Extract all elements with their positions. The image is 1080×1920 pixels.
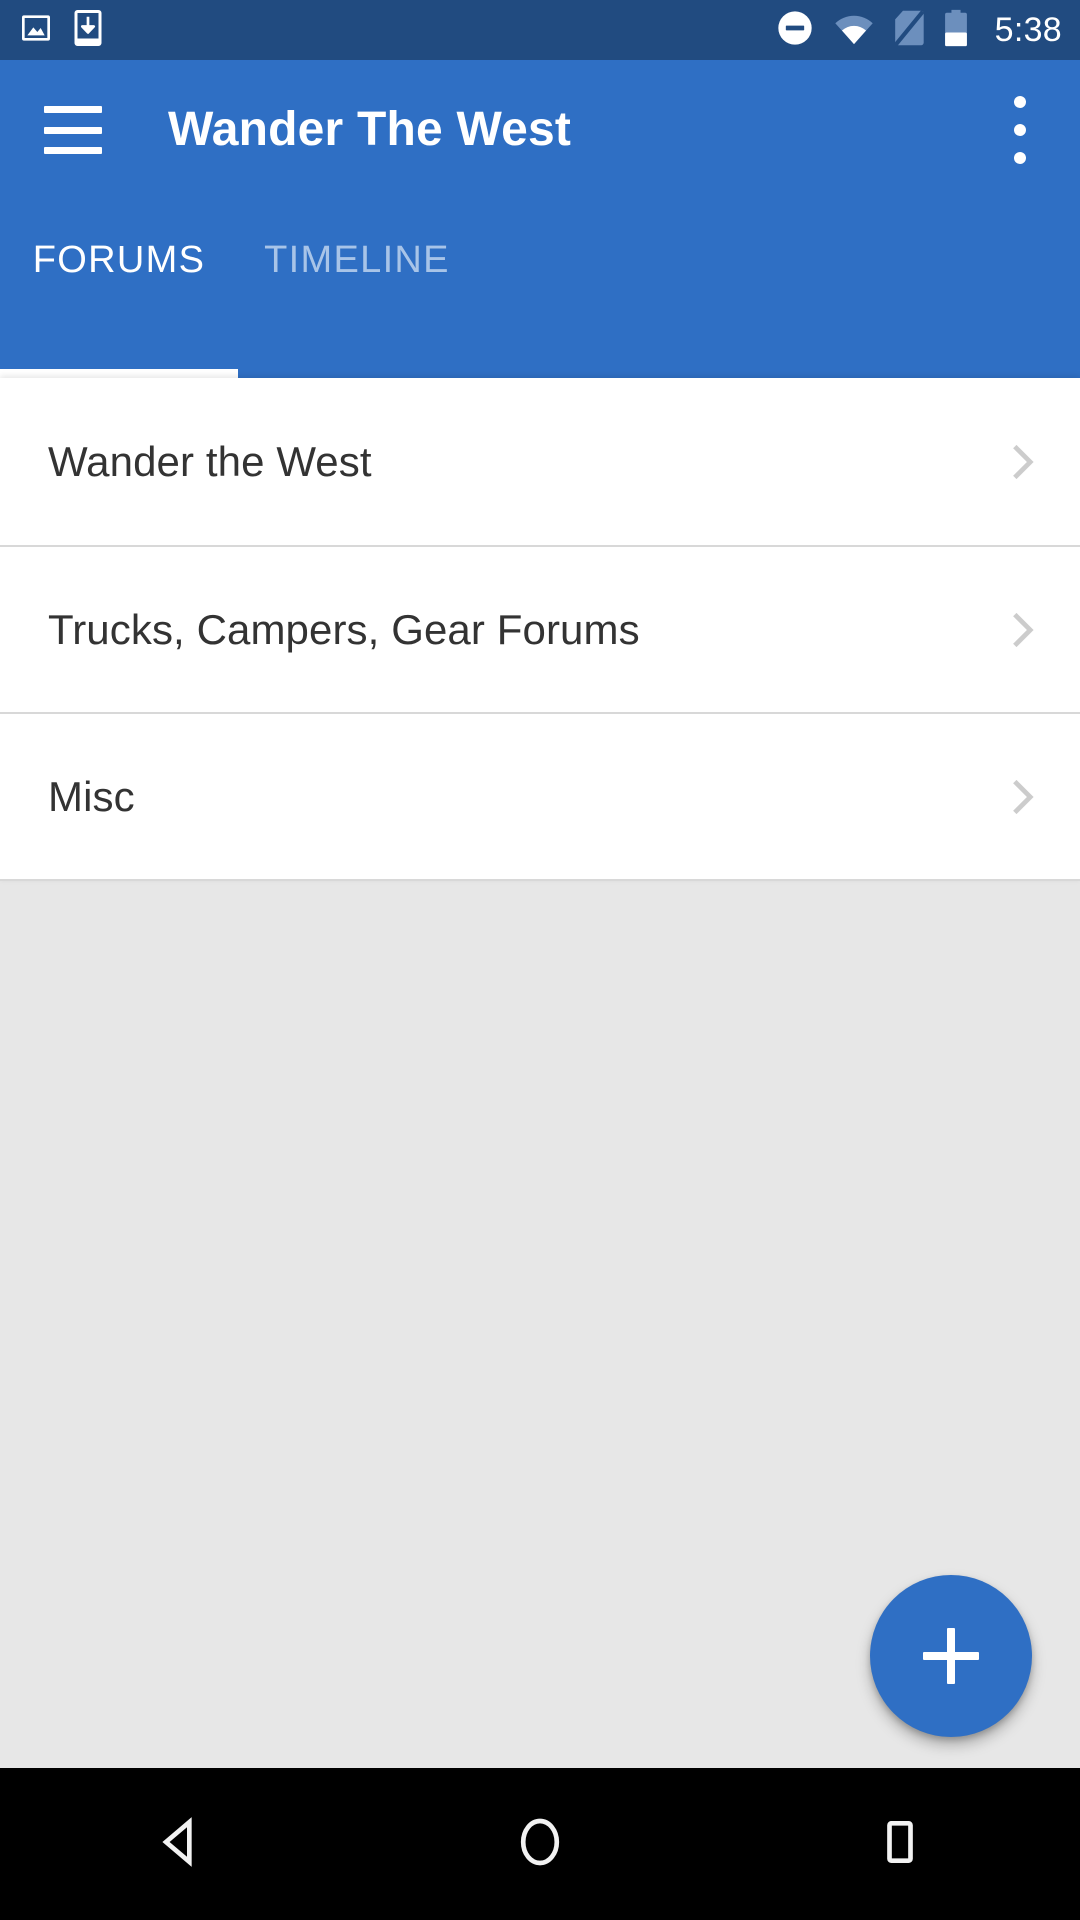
tab-timeline-label: TIMELINE xyxy=(264,239,450,281)
chevron-right-icon xyxy=(1000,775,1044,819)
do-not-disturb-icon xyxy=(775,8,815,53)
download-icon xyxy=(74,9,102,51)
tab-forums[interactable]: FORUMS xyxy=(0,200,238,378)
no-sim-icon xyxy=(893,9,925,52)
overflow-menu-icon[interactable] xyxy=(996,92,1044,168)
chevron-right-icon xyxy=(1000,440,1044,484)
system-navigation-bar xyxy=(0,1768,1080,1920)
image-icon xyxy=(20,12,52,49)
battery-icon xyxy=(943,8,969,53)
chevron-right-icon xyxy=(1000,608,1044,652)
list-item[interactable]: Trucks, Campers, Gear Forums xyxy=(0,545,1080,712)
add-thread-fab[interactable] xyxy=(870,1575,1032,1737)
wifi-icon xyxy=(833,11,875,50)
home-button[interactable] xyxy=(360,1768,720,1920)
app-bar: Wander The West FORUMS TIMELINE xyxy=(0,60,1080,378)
back-button[interactable] xyxy=(0,1768,360,1920)
list-item-label: Trucks, Campers, Gear Forums xyxy=(48,605,640,653)
status-bar-clock: 5:38 xyxy=(994,11,1062,49)
list-item-label: Misc xyxy=(48,772,135,820)
list-item[interactable]: Wander the West xyxy=(0,378,1080,545)
status-bar-notification-icons xyxy=(20,9,102,51)
list-item[interactable]: Misc xyxy=(0,712,1080,879)
toolbar: Wander The West xyxy=(0,60,1080,200)
tab-active-indicator xyxy=(0,369,238,378)
recents-button[interactable] xyxy=(720,1768,1080,1920)
list-item-label: Wander the West xyxy=(48,437,372,485)
status-bar: 5:38 xyxy=(0,0,1080,60)
plus-icon xyxy=(923,1628,979,1684)
back-triangle-icon xyxy=(152,1814,208,1875)
status-bar-system-icons: 5:38 xyxy=(775,8,1062,53)
recents-square-icon xyxy=(872,1814,928,1875)
hamburger-menu-icon[interactable] xyxy=(44,106,102,154)
tab-forums-label: FORUMS xyxy=(32,239,206,281)
forum-list: Wander the West Trucks, Campers, Gear Fo… xyxy=(0,378,1080,881)
tab-timeline[interactable]: TIMELINE xyxy=(238,200,476,378)
page-title: Wander The West xyxy=(168,103,572,156)
home-circle-icon xyxy=(512,1814,568,1875)
phone-screen: 5:38 Wander The West FORUMS TIMELINE Wan… xyxy=(0,0,1080,1920)
tab-bar: FORUMS TIMELINE xyxy=(0,200,1080,378)
